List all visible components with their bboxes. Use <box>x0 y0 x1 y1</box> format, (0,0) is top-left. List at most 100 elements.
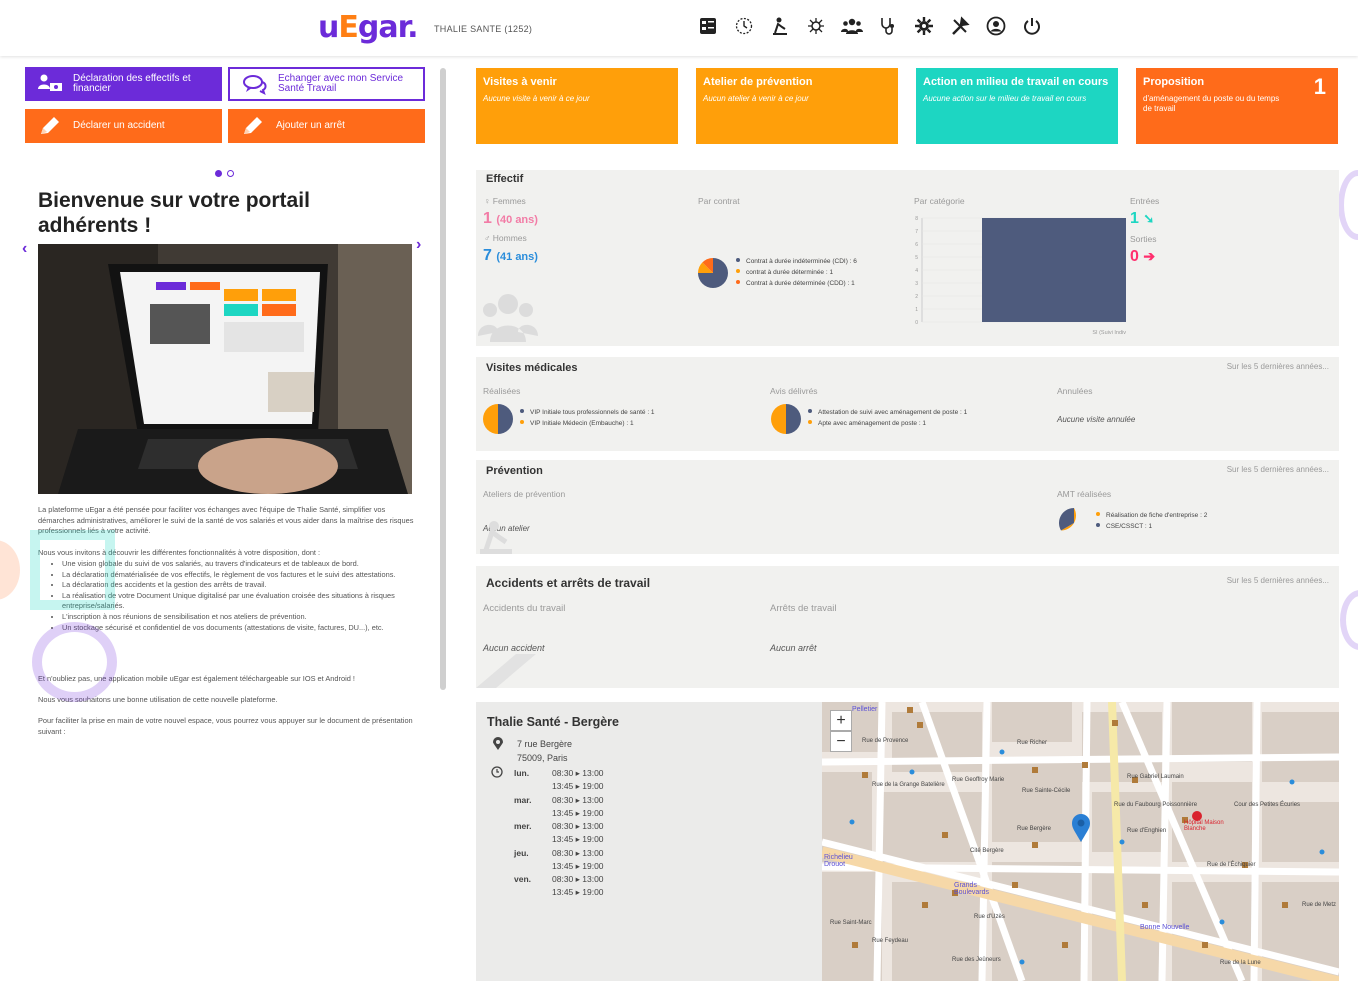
day-label: mer. <box>514 821 532 831</box>
time-range: 13:45 ▸ 19:00 <box>552 781 604 791</box>
map-poi <box>1032 842 1038 848</box>
zoom-in-button[interactable]: + <box>830 710 852 731</box>
stethoscope-icon[interactable] <box>877 14 899 38</box>
location-pin-icon[interactable] <box>1072 814 1090 842</box>
declare-accident-button[interactable]: Déclarer un accident <box>25 109 222 143</box>
category-bar-chart: 8 7 6 5 4 3 2 1 0 SI (Suivi Indiv <box>915 216 1126 336</box>
time-range: 08:30 ▸ 13:00 <box>552 847 604 858</box>
feature-item: Un stockage sécurisé et confidentiel de … <box>62 623 418 634</box>
time-range: 08:30 ▸ 13:00 <box>552 768 604 778</box>
map-block <box>1262 712 1339 782</box>
map-poi <box>1282 902 1288 908</box>
map-poi <box>1142 902 1148 908</box>
tools-icon[interactable] <box>949 14 971 38</box>
map-label: Rue Saint-Marc <box>830 920 872 926</box>
legend-item: CSE/CSSCT : 1 <box>1096 521 1207 532</box>
chevron-left-icon[interactable]: ‹ <box>22 240 27 258</box>
map-block <box>822 872 882 981</box>
history-icon[interactable] <box>733 14 755 38</box>
contact-service-button[interactable]: Echanger avec mon Service Santé Travail <box>228 67 425 101</box>
proposal-card[interactable]: Proposition d'aménagement du poste ou du… <box>1136 68 1338 144</box>
bandage-watermark-icon <box>476 654 536 688</box>
exits-count: 0 ➔ <box>1130 248 1156 265</box>
card-title: Visites à venir <box>483 76 557 88</box>
zoom-out-button[interactable]: − <box>830 731 852 752</box>
day-label: ven. <box>514 874 532 884</box>
map-label: Rue Feydeau <box>872 938 909 944</box>
feature-item: La déclaration dématérialisée de vos eff… <box>62 570 418 581</box>
map-label: Rue Geoffroy Marie <box>952 777 1005 783</box>
left-panel-scrollbar[interactable] <box>440 68 446 690</box>
map-block <box>992 702 1072 742</box>
y-tick-label: 0 <box>915 320 918 326</box>
account-icon[interactable] <box>985 14 1007 38</box>
accidents-more-link[interactable]: Sur les 5 dernières années... <box>1227 576 1329 585</box>
amt-pie <box>1059 508 1077 531</box>
add-stop-button[interactable]: Ajouter un arrêt <box>228 109 425 143</box>
workplace-action-card[interactable]: Action en milieu de travail en cours Auc… <box>916 68 1118 144</box>
map-block <box>892 882 982 981</box>
decorative-shape <box>1338 170 1358 240</box>
map-poi <box>1032 767 1038 773</box>
x-tick-label: SI (Suivi Indiv <box>1092 330 1126 336</box>
feature-item: L'inscription à nos réunions de sensibil… <box>62 612 418 623</box>
map-poi <box>852 942 858 948</box>
chevron-right-icon[interactable]: › <box>416 236 421 254</box>
virus-icon[interactable] <box>805 14 827 38</box>
prevention-workshop-card[interactable]: Atelier de prévention Aucun atelier à ve… <box>696 68 898 144</box>
accidents-panel: Accidents et arrêts de travail Sur les 5… <box>476 566 1339 688</box>
card-subtitle: d'aménagement du poste ou du temps de tr… <box>1143 94 1280 113</box>
contact-service-label: Echanger avec mon Service Santé Travail <box>278 73 404 94</box>
map-label: Rue Sainte-Cécile <box>1022 788 1071 794</box>
contract-pie <box>698 258 728 288</box>
visits-more-link[interactable]: Sur les 5 dernières années... <box>1227 362 1329 371</box>
legend-item: VIP Initiale tous professionnels de sant… <box>520 407 655 418</box>
map-label: Rue Richer <box>1017 740 1048 746</box>
y-tick-label: 5 <box>915 255 918 261</box>
carousel-dot[interactable] <box>227 170 234 177</box>
y-tick-label: 8 <box>915 216 918 222</box>
map-poi <box>917 722 923 728</box>
worker-icon[interactable] <box>769 14 791 38</box>
map-block <box>1262 802 1339 862</box>
declare-accident-label: Déclarer un accident <box>73 120 165 131</box>
declare-workforce-label: Déclaration des effectifs et financier <box>73 73 191 94</box>
team-icon[interactable] <box>841 14 863 38</box>
y-tick-label: 2 <box>915 294 918 300</box>
cancelled-empty: Aucune visite annulée <box>1057 415 1136 424</box>
decorative-shape <box>1340 590 1358 650</box>
decorative-shape <box>30 530 115 610</box>
carousel-dot-active[interactable] <box>215 170 222 177</box>
cancelled-label: Annulées <box>1057 386 1093 396</box>
effectif-panel: Effectif ♀ Femmes 1 (40 ans) ♂ Hommes 7 … <box>476 170 1339 346</box>
card-count: 1 <box>1313 74 1326 99</box>
upcoming-visits-card[interactable]: Visites à venir Aucune visite à venir à … <box>476 68 678 144</box>
legend-item: VIP Initiale Médecin (Embauche) : 1 <box>520 418 655 429</box>
power-icon[interactable] <box>1021 14 1043 38</box>
time-range: 13:45 ▸ 19:00 <box>552 860 604 871</box>
pencil-icon <box>41 117 59 134</box>
map-label: Pelletier <box>852 706 878 713</box>
map-poi <box>922 902 928 908</box>
map-dot <box>1019 959 1025 965</box>
prevention-more-link[interactable]: Sur les 5 dernières années... <box>1227 465 1329 474</box>
feature-item: Une vision globale du suivi de vos salar… <box>62 559 418 570</box>
y-tick-label: 3 <box>915 281 918 287</box>
map-dot <box>1219 919 1225 925</box>
map-label: Rue d'Uzès <box>974 914 1005 920</box>
declare-workforce-button[interactable]: Déclaration des effectifs et financier <box>25 67 222 101</box>
service-city: 75009, Paris <box>517 753 568 763</box>
time-range: 08:30 ▸ 13:00 <box>552 794 604 805</box>
settings-icon[interactable] <box>913 14 935 38</box>
service-contact-panel: Thalie Santé - Bergère 7 rue Bergère 750… <box>476 702 822 981</box>
day-label: jeu. <box>514 847 529 858</box>
entries-count: 1 ➘ <box>1130 210 1155 227</box>
map-marker-icon <box>493 737 503 750</box>
legend-item: Contrat à durée déterminée (CDD) : 1 <box>736 278 857 289</box>
uegar-logo[interactable]: uEgar. <box>318 10 418 46</box>
location-map[interactable]: + − Pelletier Rue de Provence Rue Richer Ru… <box>822 702 1339 981</box>
map-poi <box>1062 942 1068 948</box>
dashboard-icon[interactable] <box>697 14 719 38</box>
users-money-icon <box>38 74 62 91</box>
map-label: Rue Bergère <box>1017 826 1052 832</box>
